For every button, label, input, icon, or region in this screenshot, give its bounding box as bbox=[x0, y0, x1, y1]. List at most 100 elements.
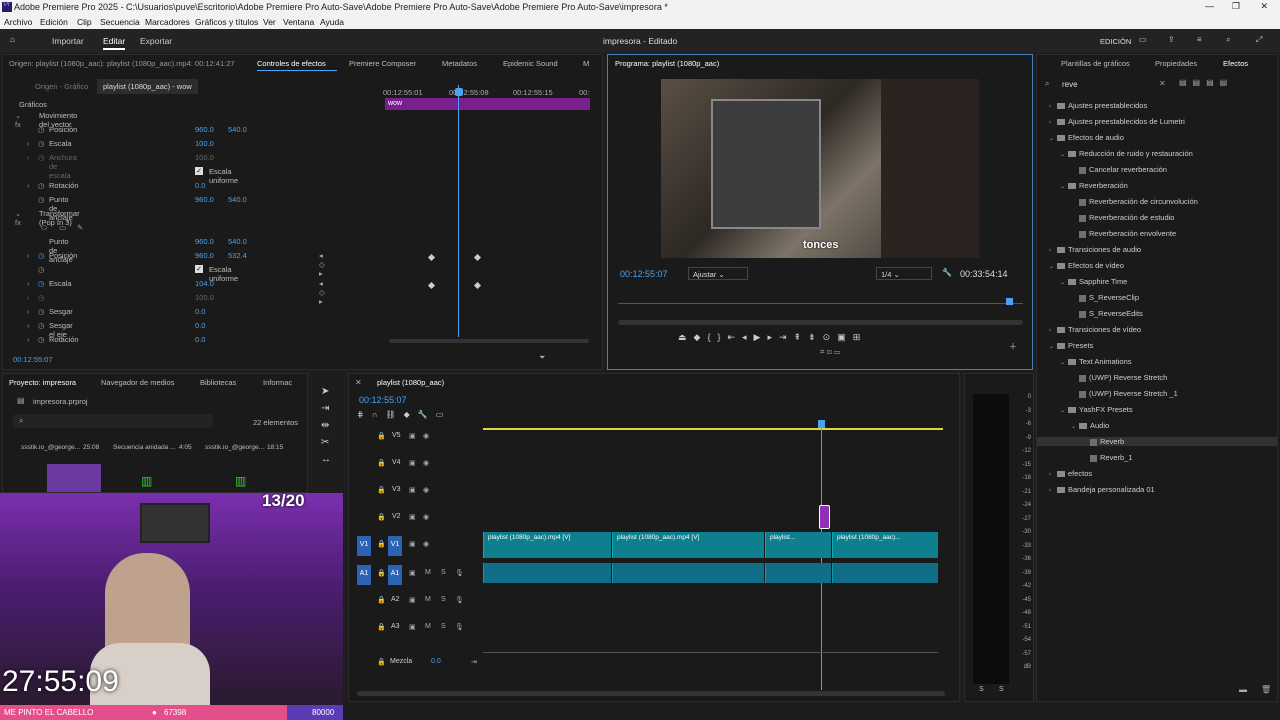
keyframe[interactable] bbox=[427, 281, 436, 290]
program-timecode[interactable]: 00:12:55:07 bbox=[620, 269, 668, 279]
work-area-bar[interactable] bbox=[483, 428, 943, 430]
effects-tree-item[interactable]: ⌄ Reverberación bbox=[1060, 181, 1128, 190]
effects-tree-item[interactable]: ⌄ Sapphire Time bbox=[1060, 277, 1127, 286]
mix-value[interactable]: 0.0 bbox=[431, 658, 441, 665]
trash-icon[interactable]: 🗑 bbox=[1261, 685, 1271, 694]
prop-value-1[interactable]: 960.0 bbox=[195, 125, 214, 134]
linked-icon[interactable]: ⛓ bbox=[385, 410, 403, 419]
source-tab[interactable]: Origen - Gráfico bbox=[35, 82, 88, 91]
keyframe[interactable] bbox=[473, 281, 482, 290]
go-to-out-icon[interactable]: ⇥ bbox=[779, 332, 794, 342]
workspace-mode[interactable]: EDICIÓN bbox=[1100, 37, 1131, 46]
marker-icon[interactable]: ◆ bbox=[404, 410, 418, 419]
prop-value-1[interactable]: 104.0 bbox=[195, 279, 214, 288]
chevron-down-icon[interactable]: ⌄ bbox=[1071, 423, 1079, 430]
prop-value-2[interactable]: 540.0 bbox=[228, 195, 247, 204]
effects-tree-item[interactable]: Reverberación de circunvolución bbox=[1071, 197, 1198, 206]
chevron-down-icon[interactable]: ⌄ bbox=[1060, 407, 1068, 414]
captions-icon[interactable]: ▭ bbox=[436, 410, 452, 419]
wrench-icon[interactable]: 🔧 bbox=[418, 410, 436, 419]
prop-value-1[interactable]: 100.0 bbox=[195, 139, 214, 148]
source-patch-a1[interactable]: A1 bbox=[357, 565, 371, 585]
sync-icon[interactable]: ▣ bbox=[409, 623, 416, 631]
effects-tree-item[interactable]: › Bandeja personalizada 01 bbox=[1049, 485, 1155, 494]
keyframe[interactable] bbox=[427, 253, 436, 262]
prop-value-1[interactable]: 0.0 bbox=[195, 307, 205, 316]
wrench-icon[interactable]: 🔧 bbox=[942, 268, 952, 277]
effects-tree-item[interactable]: ⌄ Efectos de vídeo bbox=[1049, 261, 1124, 270]
import-tab[interactable]: Importar bbox=[52, 36, 84, 46]
extract2-icon[interactable]: ⇟ bbox=[808, 332, 823, 342]
timeline-timecode[interactable]: 00:12:55:07 bbox=[359, 395, 407, 405]
chevron-down-icon[interactable]: ⌄ bbox=[1060, 279, 1068, 286]
share-icon[interactable]: ⇪ bbox=[1168, 35, 1175, 44]
prop-value-1[interactable]: 0.0 bbox=[195, 321, 205, 330]
effects-tree-item[interactable]: Reverberación de estudio bbox=[1071, 213, 1174, 222]
program-title[interactable]: Programa: playlist (1080p_aac) bbox=[615, 59, 719, 68]
track-label[interactable]: A1 bbox=[388, 565, 402, 585]
eye-icon[interactable]: ◉ bbox=[423, 432, 429, 440]
pen-mask-icon[interactable]: ✎ bbox=[77, 223, 83, 232]
menu-clip[interactable]: Clip bbox=[77, 17, 92, 27]
tab-effect-controls[interactable]: Controles de efectos bbox=[257, 59, 326, 68]
eye-icon[interactable]: ◉ bbox=[423, 486, 429, 494]
graphic-clip-v2[interactable] bbox=[819, 505, 830, 529]
mute-icon[interactable]: M bbox=[425, 569, 431, 576]
effects-tree-item[interactable]: ⌄ Audio bbox=[1071, 421, 1109, 430]
fit-dropdown[interactable]: Ajustar ⌄ bbox=[688, 267, 748, 280]
clip-tab[interactable]: playlist (1080p_aac) - wow bbox=[97, 79, 198, 94]
vr-icon[interactable]: ⊞ bbox=[853, 332, 868, 342]
lock-icon[interactable]: 🔒 bbox=[377, 459, 386, 467]
chevron-right-icon[interactable]: › bbox=[1049, 248, 1057, 254]
effects-tree-item[interactable]: ⌄ Text Animations bbox=[1060, 357, 1132, 366]
chevron-down-icon[interactable]: ⌄ bbox=[1060, 359, 1068, 366]
source-header[interactable]: Origen: playlist (1080p_aac): playlist (… bbox=[9, 59, 235, 68]
prop-value-1[interactable]: 0.0 bbox=[195, 335, 205, 344]
timeline-clip[interactable]: playlist (1080p_aac)... bbox=[832, 532, 938, 558]
close-tab-icon[interactable]: ✕ bbox=[355, 378, 362, 387]
effects-tree-item[interactable]: › efectos bbox=[1049, 469, 1092, 478]
stopwatch-icon[interactable]: ◷ bbox=[38, 125, 45, 134]
solo-icon[interactable]: S bbox=[441, 623, 446, 630]
step-back-icon[interactable]: ◂ bbox=[742, 332, 754, 342]
program-ruler[interactable] bbox=[618, 303, 1023, 304]
effects-tree-item[interactable]: › Transiciones de audio bbox=[1049, 245, 1141, 254]
stopwatch-icon[interactable]: ◷ bbox=[38, 321, 45, 330]
effects-tree-item[interactable]: ⌄ Reducción de ruido y restauración bbox=[1060, 149, 1193, 158]
effects-tree-item[interactable]: ⌄ YashFX Presets bbox=[1060, 405, 1133, 414]
menu-ventana[interactable]: Ventana bbox=[283, 17, 314, 27]
effects-tree-item[interactable]: Reverb bbox=[1037, 437, 1277, 446]
chevron-right-icon[interactable]: › bbox=[1049, 328, 1057, 334]
project-item-name[interactable]: ssstik.io_@george... bbox=[205, 444, 264, 451]
effects-tree-item[interactable]: S_ReverseEdits bbox=[1071, 309, 1143, 318]
slip-tool-icon[interactable]: ↔ bbox=[321, 454, 333, 465]
mix-end-icon[interactable]: ⇥ bbox=[471, 658, 477, 666]
fullscreen-icon[interactable]: ⤢ bbox=[1256, 35, 1262, 45]
clear-search-icon[interactable]: ✕ bbox=[1159, 79, 1166, 88]
menu-ayuda[interactable]: Ayuda bbox=[320, 17, 344, 27]
ellipse-mask-icon[interactable]: ⬭ bbox=[41, 223, 47, 233]
prop-value-2[interactable]: 540.0 bbox=[228, 125, 247, 134]
timeline-tab[interactable]: playlist (1080p_aac) bbox=[377, 378, 444, 387]
mute-icon[interactable]: M bbox=[425, 596, 431, 603]
step-forward-icon[interactable]: ▸ bbox=[767, 332, 779, 342]
stopwatch-icon[interactable]: ◷ bbox=[38, 181, 45, 190]
minimize-icon[interactable]: — bbox=[1205, 1, 1214, 11]
menu-ver[interactable]: Ver bbox=[263, 17, 276, 27]
timeline-clip[interactable]: playlist (1080p_aac).mp4 [V] bbox=[483, 532, 611, 558]
keyframe-nav-icon[interactable]: ◂ ◇ ▸ bbox=[319, 279, 325, 306]
solo-icon[interactable]: S bbox=[441, 596, 446, 603]
sync-icon[interactable]: ▣ bbox=[409, 513, 416, 521]
chevron-right-icon[interactable]: › bbox=[1049, 104, 1057, 110]
ripple-edit-icon[interactable]: ⇹ bbox=[321, 420, 333, 431]
prop-value-1[interactable]: 0.0 bbox=[195, 181, 205, 190]
rect-mask-icon[interactable]: ▭ bbox=[59, 223, 66, 232]
keyframe[interactable] bbox=[473, 253, 482, 262]
clip-bar[interactable]: wow bbox=[385, 98, 590, 110]
lock-icon[interactable]: 🔒 bbox=[377, 596, 386, 604]
sync-icon[interactable]: ▣ bbox=[409, 540, 416, 548]
lock-icon[interactable]: 🔒 bbox=[377, 486, 386, 494]
eye-icon[interactable]: ◉ bbox=[423, 459, 429, 467]
razor-tool-icon[interactable]: ✂ bbox=[321, 437, 333, 448]
effects-search-input[interactable]: reve bbox=[1062, 80, 1078, 89]
